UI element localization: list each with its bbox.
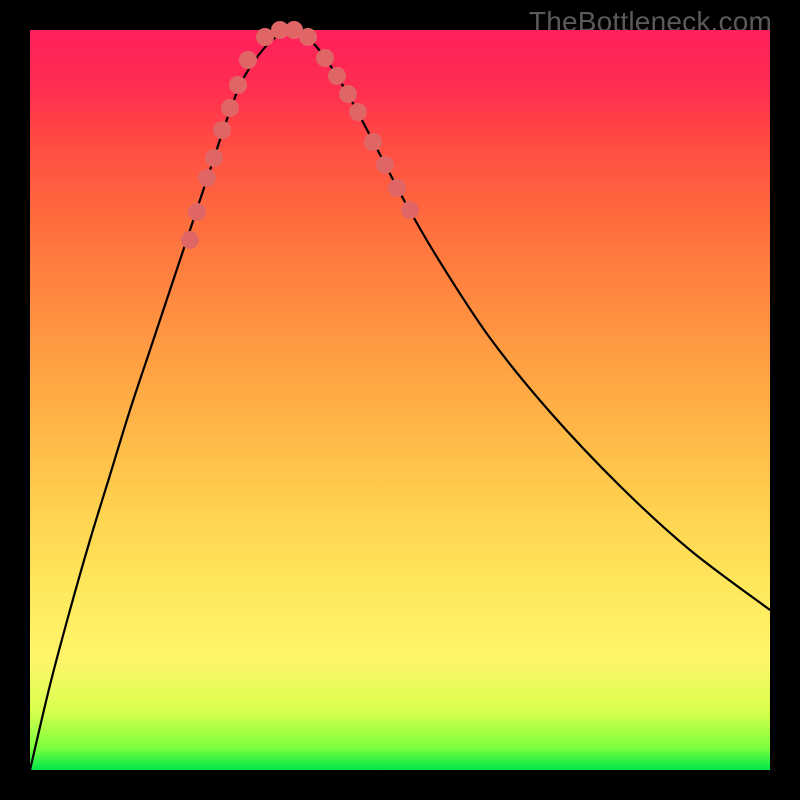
curve-marker xyxy=(205,149,223,167)
curve-markers xyxy=(181,21,419,249)
curve-marker xyxy=(188,203,206,221)
curve-marker xyxy=(376,156,394,174)
curve-marker xyxy=(349,103,367,121)
curve-marker xyxy=(401,201,419,219)
curve-marker xyxy=(181,231,199,249)
bottleneck-curve xyxy=(30,30,770,770)
chart-frame: TheBottleneck.com xyxy=(0,0,800,800)
curve-marker xyxy=(213,121,231,139)
curve-marker xyxy=(221,99,239,117)
curve-marker xyxy=(316,49,334,67)
chart-svg xyxy=(30,30,770,770)
curve-marker xyxy=(388,179,406,197)
curve-marker xyxy=(299,28,317,46)
curve-marker xyxy=(339,85,357,103)
curve-marker xyxy=(239,51,257,69)
plot-area xyxy=(30,30,770,770)
curve-marker xyxy=(364,133,382,151)
curve-marker xyxy=(229,76,247,94)
curve-marker xyxy=(198,169,216,187)
curve-marker xyxy=(328,67,346,85)
